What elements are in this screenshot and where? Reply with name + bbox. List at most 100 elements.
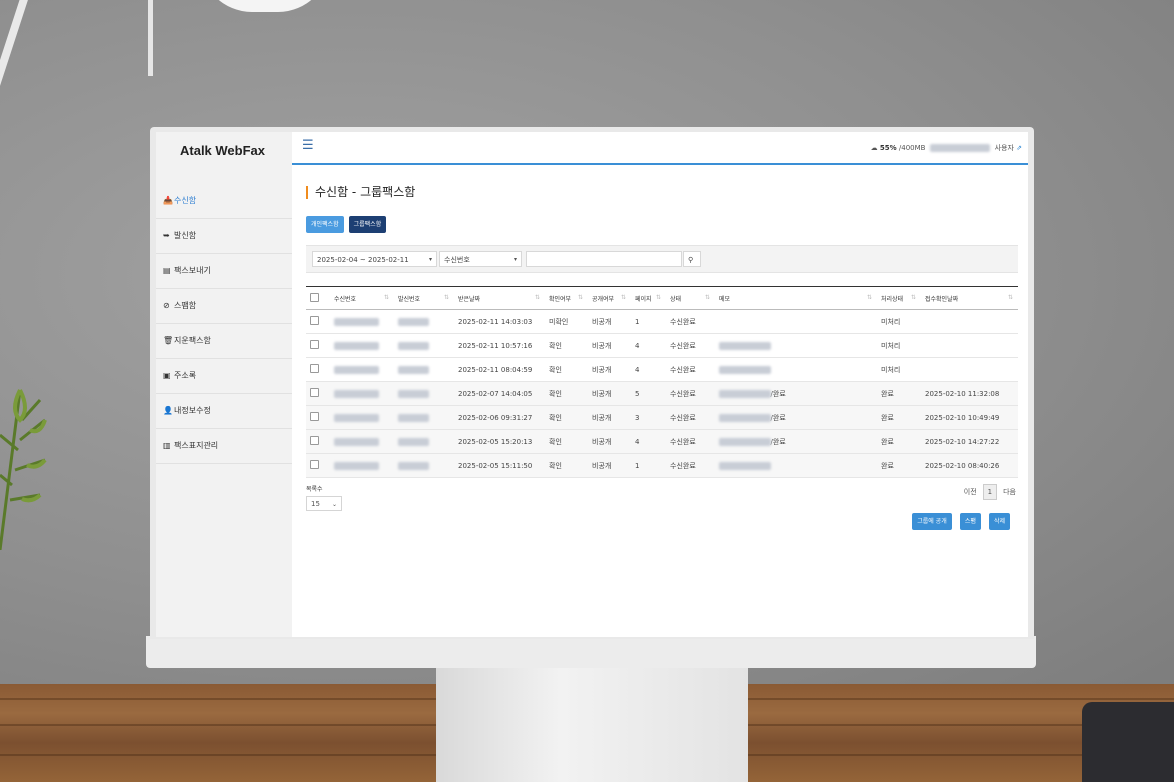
- sidebar-item-0[interactable]: 📥수신함: [156, 184, 292, 219]
- sidebar-item-2[interactable]: ▤ 팩스보내기: [156, 254, 292, 289]
- col-received-date[interactable]: 받은날짜 ⇅: [454, 286, 545, 310]
- public-status: 비공개: [588, 405, 631, 430]
- user-edit-icon: 👤: [163, 406, 173, 415]
- row-checkbox[interactable]: [306, 357, 330, 382]
- row-checkbox[interactable]: [306, 381, 330, 406]
- send-number: 0200000: [394, 309, 454, 334]
- search-button[interactable]: ⚲: [683, 251, 701, 267]
- plant-leaves: [0, 389, 47, 550]
- monitor-chin: [146, 636, 1036, 668]
- col-public[interactable]: 공개여부 ⇅: [588, 286, 631, 310]
- select-all-checkbox[interactable]: [306, 286, 330, 310]
- sidebar-item-5[interactable]: ▣ 주소록: [156, 359, 292, 394]
- search-input[interactable]: [526, 251, 682, 267]
- send-number: 0200000: [394, 453, 454, 478]
- lamp-rod: [148, 0, 153, 76]
- sidebar-item-1[interactable]: ➥ 발신함: [156, 219, 292, 254]
- page-count: 4: [631, 333, 666, 358]
- sidebar-item-label: 주소록: [174, 371, 197, 380]
- menu-icon[interactable]: ☰: [302, 138, 314, 153]
- page-count: 4: [631, 357, 666, 382]
- ack-date: 2025-02-10 10:49:49: [921, 405, 1018, 430]
- col-receive-number[interactable]: 수신번호 ⇅: [330, 286, 394, 310]
- col-ack-date[interactable]: 접수확인날짜 ⇅: [921, 286, 1018, 310]
- col-pages[interactable]: 페이지 ⇅: [631, 286, 666, 310]
- storage-percent: 55%: [879, 144, 897, 152]
- send-number: 0200000: [394, 429, 454, 454]
- per-page-select[interactable]: 15 ⌄: [306, 496, 342, 511]
- row-checkbox[interactable]: [306, 429, 330, 454]
- process-status: 미처리: [877, 357, 921, 382]
- sidebar-item-label: 스팸함: [174, 301, 197, 310]
- chevron-down-icon: ⌄: [331, 501, 337, 508]
- prev-page-link[interactable]: 이전: [964, 488, 977, 496]
- ack-date: 2025-02-10 14:27:22: [921, 429, 1018, 454]
- table-row[interactable]: 070000000002000002025-02-06 09:31:27확인비공…: [306, 405, 1018, 430]
- col-send-number[interactable]: 발신번호 ⇅: [394, 286, 454, 310]
- fax-icon: ▤: [163, 266, 171, 275]
- received-date: 2025-02-07 14:04:05: [454, 381, 545, 406]
- sidebar-item-3[interactable]: ⊘ 스팸함: [156, 289, 292, 324]
- page-count: 1: [631, 309, 666, 334]
- table-row[interactable]: 070000000002000002025-02-05 15:11:50확인비공…: [306, 453, 1018, 478]
- memo: [715, 309, 877, 334]
- sidebar-nav: 📥수신함 ➥ 발신함 ▤ 팩스보내기 ⊘ 스팸함 🗑지운팩스함 ▣ 주소록 👤내정보수정 ▥ 팩스표지관…: [156, 184, 292, 464]
- sidebar-item-label: 수신함: [174, 196, 197, 205]
- brand-logo[interactable]: Atalk WebFax: [180, 143, 265, 158]
- public-status: 비공개: [588, 309, 631, 334]
- sidebar-item-label: 발신함: [174, 231, 197, 240]
- row-checkbox[interactable]: [306, 333, 330, 358]
- date-range-picker[interactable]: 2025-02-04 ~ 2025-02-11 ▾: [312, 251, 437, 267]
- spam-button[interactable]: 스팸: [959, 513, 981, 530]
- process-status: 미처리: [877, 309, 921, 334]
- memo: 메모메모메모메모/완료: [715, 429, 877, 454]
- inbox-icon: 📥: [163, 196, 173, 205]
- share-to-group-button[interactable]: 그룹에 공개: [912, 513, 952, 530]
- chevron-down-icon: ▾: [513, 256, 517, 263]
- row-checkbox[interactable]: [306, 309, 330, 334]
- delete-button[interactable]: 삭제: [988, 513, 1010, 530]
- search-field-select[interactable]: 수신번호 ▾: [439, 251, 522, 267]
- logout-icon[interactable]: ⇗: [1016, 144, 1022, 152]
- table-row[interactable]: 070000000002000002025-02-11 14:03:03미확인비…: [306, 309, 1018, 334]
- process-status: 완료: [877, 453, 921, 478]
- sidebar-item-6[interactable]: 👤내정보수정: [156, 394, 292, 429]
- date-range-value: 2025-02-04 ~ 2025-02-11: [317, 256, 409, 264]
- row-checkbox[interactable]: [306, 405, 330, 430]
- page-number[interactable]: 1: [982, 484, 997, 500]
- memo: 메모메모메모메모/완료: [715, 405, 877, 430]
- next-page-link[interactable]: 다음: [1003, 488, 1016, 496]
- checked-status: 확인: [545, 357, 588, 382]
- receive-number: 0700000000: [330, 405, 394, 430]
- table-header: 수신번호 ⇅ 발신번호 ⇅ 받은날짜 ⇅ 확인여부 ⇅ 공개여부 ⇅ 페이지 ⇅ 상태 ⇅ 메…: [306, 286, 1018, 310]
- tab-personal-fax[interactable]: 개인팩스함: [306, 216, 344, 233]
- col-status[interactable]: 상태 ⇅: [666, 286, 715, 310]
- receive-number: 0700000000: [330, 453, 394, 478]
- topbar-status: ☁ 55% /400MB 회사명회사명 회사명 사용자 ⇗: [871, 143, 1022, 153]
- search-field-value: 수신번호: [444, 256, 470, 264]
- public-status: 비공개: [588, 429, 631, 454]
- col-checked[interactable]: 확인여부 ⇅: [545, 286, 588, 310]
- table-row[interactable]: 070000000002000002025-02-11 08:04:59확인비공…: [306, 357, 1018, 382]
- sidebar-item-4[interactable]: 🗑지운팩스함: [156, 324, 292, 359]
- per-page-control: 목록수 15 ⌄: [306, 484, 342, 511]
- page-title: 수신함 - 그룹팩스함: [306, 186, 1018, 199]
- send-number: 0200000: [394, 405, 454, 430]
- tab-group-fax[interactable]: 그룹팩스함: [348, 216, 387, 233]
- user-label[interactable]: 사용자: [995, 144, 1014, 152]
- col-process-status[interactable]: 처리상태 ⇅: [877, 286, 921, 310]
- col-memo[interactable]: 메모 ⇅: [715, 286, 877, 310]
- sidebar-item-7[interactable]: ▥ 팩스표지관리: [156, 429, 292, 464]
- filter-bar: 2025-02-04 ~ 2025-02-11 ▾ 수신번호 ▾ ⚲: [306, 245, 1018, 273]
- pagination: 이전 1 다음: [964, 484, 1016, 500]
- receive-number: 0700000000: [330, 309, 394, 334]
- fax-status: 수신완료: [666, 429, 715, 454]
- send-number: 0200000: [394, 381, 454, 406]
- received-date: 2025-02-11 08:04:59: [454, 357, 545, 382]
- table-row[interactable]: 070000000002000002025-02-07 14:04:05확인비공…: [306, 381, 1018, 406]
- row-checkbox[interactable]: [306, 453, 330, 478]
- fax-tabs: 개인팩스함 그룹팩스함: [306, 211, 1018, 233]
- table-row[interactable]: 070000000002000002025-02-05 15:20:13확인비공…: [306, 429, 1018, 454]
- receive-number: 0700000000: [330, 381, 394, 406]
- table-row[interactable]: 070000000002000002025-02-11 10:57:16확인비공…: [306, 333, 1018, 358]
